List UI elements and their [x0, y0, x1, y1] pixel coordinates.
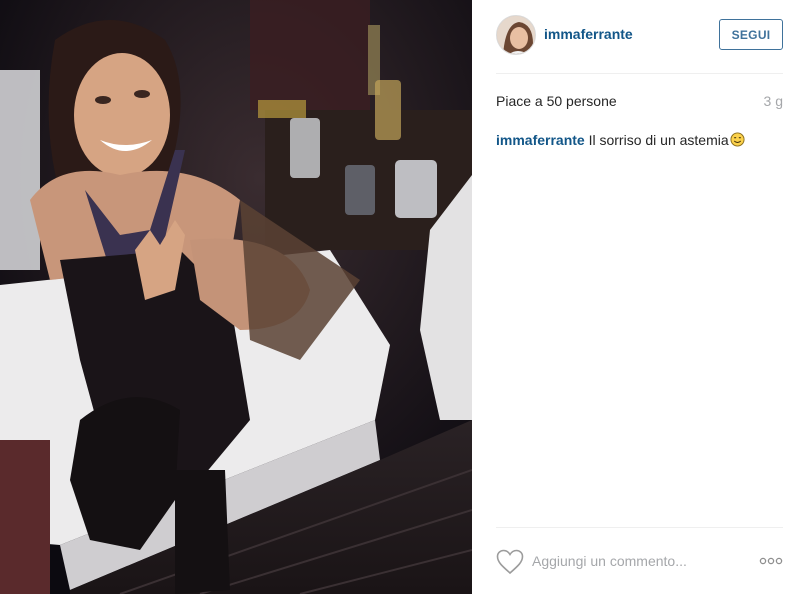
- post-timestamp[interactable]: 3 g: [764, 93, 783, 109]
- post-photo[interactable]: [0, 0, 472, 594]
- smiling-face-icon: [730, 132, 745, 147]
- comment-input[interactable]: [532, 550, 742, 572]
- post-detail-panel: immaferrante SEGUI Piace a 50 persone 3 …: [472, 0, 792, 594]
- more-options-icon[interactable]: [759, 554, 783, 568]
- avatar[interactable]: [496, 15, 536, 55]
- post-header: immaferrante SEGUI: [496, 0, 783, 74]
- caption-text: Il sorriso di un astemia: [588, 132, 729, 148]
- post-footer: [496, 527, 783, 594]
- header-username-link[interactable]: immaferrante: [544, 26, 633, 42]
- profile-avatar-icon: [497, 16, 535, 54]
- likes-count[interactable]: Piace a 50 persone: [496, 93, 617, 109]
- post-caption: immaferrante Il sorriso di un astemia: [496, 131, 783, 149]
- follow-button[interactable]: SEGUI: [719, 19, 783, 50]
- caption-username-link[interactable]: immaferrante: [496, 132, 585, 148]
- heart-icon[interactable]: [496, 549, 524, 575]
- photo-illustration: [0, 0, 472, 594]
- likes-row: Piace a 50 persone 3 g: [496, 93, 783, 113]
